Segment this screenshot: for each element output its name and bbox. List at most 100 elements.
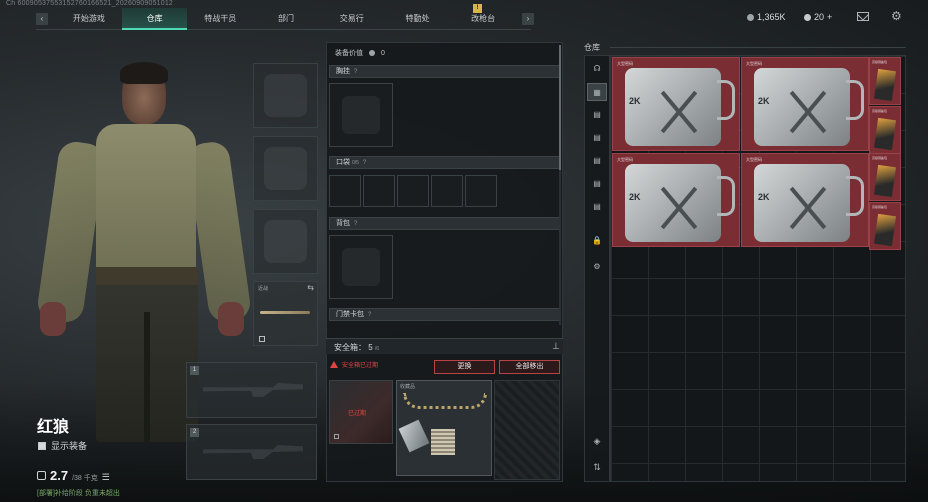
safe-box-label: 安全箱： 5 /6 [334,342,379,353]
weight-value: 2.7 [50,468,69,483]
knife-icon [260,311,310,314]
currency-add-icon[interactable]: + [827,12,832,22]
operator-belt [96,267,198,285]
help-icon[interactable]: ? [354,221,357,227]
tab-special-ops[interactable]: 特勤处 [385,8,451,30]
remove-all-button[interactable]: 全部移出 [499,360,560,374]
warehouse-crate[interactable]: 大型密码 2K [741,57,869,151]
weight-max: /38 千克 [72,475,98,482]
crate-number: 2K [629,96,641,106]
crate-number: 2K [629,192,641,202]
tab-warehouse[interactable]: 仓库 [121,8,188,30]
help-icon[interactable]: ? [354,69,357,75]
melee-slot[interactable]: 近战 ⇆ [253,281,318,346]
weight-detail-icon[interactable]: ☰ [102,472,110,483]
help-icon[interactable]: ? [368,312,371,318]
safe-box-count-max: /6 [374,346,380,352]
equipment-value-header: 装备价值 0 [335,48,385,58]
pocket-slot[interactable] [397,175,429,207]
melee-swap-icon[interactable]: ⇆ [307,283,314,292]
pockets-count: 0/5 [351,160,359,166]
safe-box-collectibles[interactable]: 收藏品 [396,380,492,476]
warehouse-tab-6-icon[interactable]: ▤ [587,198,607,216]
primary-weapon-slot-2[interactable]: 2 [186,424,317,480]
mail-icon[interactable] [857,12,869,21]
chest-rig-header: 胸挂? [329,65,560,78]
show-equipment-checkbox[interactable] [38,441,46,450]
money-value: 1,365K [757,12,786,22]
key-bag-item[interactable]: 高级钥匙包 [869,202,901,250]
rifle-silhouette-icon [203,445,303,459]
help-icon[interactable]: ? [363,160,366,166]
warehouse-crate[interactable]: 大型密码 2K [612,153,740,247]
crate-label: 大型密码 [746,157,762,162]
pistol-slot[interactable] [253,209,318,274]
tab-operators[interactable]: 特战干员 [187,8,253,30]
warehouse-crate[interactable]: 大型密码 2K [741,153,869,247]
keycard-label: 门禁卡包 [336,311,364,318]
tab-gunsmith[interactable]: 改枪台 [450,8,516,30]
safe-box-empty-slot[interactable] [494,380,560,480]
operator-torso [96,124,196,274]
pocket-slot[interactable] [363,175,395,207]
money-display: 1,365K [747,12,786,22]
battery-icon [398,419,430,453]
lock-icon [259,336,265,342]
safe-box-count: 5 [368,343,373,352]
safe-box-item[interactable]: 已过期 [329,380,393,444]
rifle-silhouette-icon [203,383,303,397]
crate-handle [717,176,735,216]
crate-label: 大型密码 [746,61,762,66]
settings-gear-icon[interactable]: ⚙ [891,10,904,23]
collectible-label: 收藏品 [400,384,416,390]
change-safe-box-button[interactable]: 更换 [434,360,495,374]
pocket-slot[interactable] [465,175,497,207]
crate-icon: 2K [754,164,850,242]
pockets-header: 口袋 0/5? [329,156,560,169]
primary-weapon-slot-1[interactable]: 1 [186,362,317,418]
chest-rig-slot[interactable] [329,83,393,147]
pocket-slot[interactable] [329,175,361,207]
nav-next-arrow-icon[interactable]: › [522,13,534,25]
warehouse-tab-headset-icon[interactable]: ☊ [587,60,607,78]
warehouse-crate[interactable]: 大型密码 2K [612,57,740,151]
key-bag-icon [874,117,896,151]
tab-department[interactable]: 部门 [253,8,319,30]
currency-count-display[interactable]: 20 + [804,12,832,22]
key-bag-label: 高级钥匙包 [872,156,888,160]
key-bag-label: 高级钥匙包 [872,60,888,64]
pin-icon[interactable]: ⊥ [552,341,560,352]
tab-trading[interactable]: 交易行 [319,8,385,30]
armor-slot[interactable] [253,136,318,201]
helmet-silhouette-icon [264,74,307,117]
weapon-slot-number: 1 [190,366,199,375]
crate-label: 大型密码 [617,157,633,162]
operator-hair [120,62,168,84]
player-uid: Ch 60090537553152760166521_2026090905101… [6,0,174,7]
stack-icon[interactable]: ◈ [590,436,604,447]
warehouse-tab-4-icon[interactable]: ▤ [587,152,607,170]
warehouse-tab-settings-icon[interactable]: ⚙ [587,258,607,276]
crate-icon: 2K [625,164,721,242]
sort-icon[interactable]: ⇅ [590,462,604,473]
warehouse-tab-2-icon[interactable]: ▤ [587,106,607,124]
warehouse-tab-5-icon[interactable]: ▤ [587,175,607,193]
equipment-scrollbar-thumb[interactable] [559,45,561,170]
pocket-slot[interactable] [431,175,463,207]
tab-start-game[interactable]: 开始游戏 [56,8,122,30]
key-bag-item[interactable]: 高级钥匙包 [869,153,901,201]
backpack-slot[interactable] [329,235,393,299]
helmet-slot[interactable] [253,63,318,128]
warehouse-tab-all-icon[interactable]: ▦ [587,83,607,101]
key-bag-icon [874,68,896,102]
operator-leg-gap [144,312,150,442]
key-bag-item[interactable]: 高级钥匙包 [869,106,901,154]
nav-prev-arrow-icon[interactable]: ‹ [36,13,48,25]
notification-badge: ! [473,4,482,13]
show-equipment-toggle[interactable]: 显示装备 [38,439,87,452]
crate-handle [846,80,864,120]
warehouse-tab-lock-icon[interactable]: 🔒 [587,232,607,250]
warehouse-tab-3-icon[interactable]: ▤ [587,129,607,147]
key-bag-item[interactable]: 高级钥匙包 [869,57,901,105]
warehouse-title: 仓库 [584,43,600,52]
